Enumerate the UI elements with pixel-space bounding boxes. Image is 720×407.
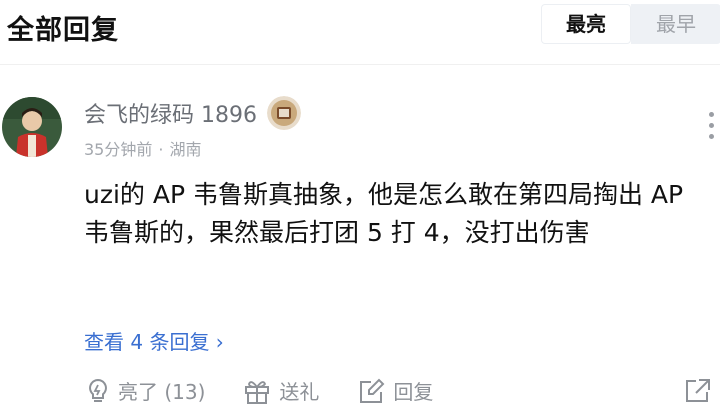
gift-button[interactable]: 送礼 <box>243 376 319 405</box>
comment-actions: 亮了 (13) 送礼 回复 <box>86 376 433 405</box>
edit-icon <box>360 378 385 403</box>
comment-meta: 35分钟前 · 湖南 <box>84 136 201 160</box>
reply-button[interactable]: 回复 <box>357 376 433 405</box>
comments-header: 全部回复 最亮 最早 <box>0 0 720 52</box>
lightbulb-icon <box>89 378 107 402</box>
sort-toggle: 最亮 最早 <box>541 4 720 44</box>
comment-text: uzi的 AP 韦鲁斯真抽象，他是怎么敢在第四局掏出 AP 韦鲁斯的，果然最后打… <box>84 180 684 247</box>
avatar[interactable] <box>2 97 62 157</box>
more-vertical-icon[interactable] <box>702 112 720 148</box>
view-replies-link[interactable]: 查看 4 条回复 › <box>84 326 224 355</box>
username-row: 会飞的绿码 1896 <box>84 96 301 130</box>
like-button[interactable]: 亮了 (13) <box>86 376 205 405</box>
meta-separator: · <box>158 140 164 159</box>
comment-time: 35分钟前 <box>84 140 153 159</box>
username[interactable]: 会飞的绿码 1896 <box>84 97 257 129</box>
gift-icon <box>245 380 270 404</box>
user-badge-icon <box>266 96 301 130</box>
share-icon[interactable] <box>684 377 712 407</box>
like-count-label: 亮了 (13) <box>118 380 206 404</box>
gift-label: 送礼 <box>279 380 320 404</box>
comment-location: 湖南 <box>169 140 202 159</box>
sort-option-earliest[interactable]: 最早 <box>631 4 720 44</box>
section-title: 全部回复 <box>7 15 119 46</box>
reply-label: 回复 <box>393 380 434 404</box>
header-divider <box>0 64 720 65</box>
sort-option-hottest[interactable]: 最亮 <box>541 4 631 44</box>
